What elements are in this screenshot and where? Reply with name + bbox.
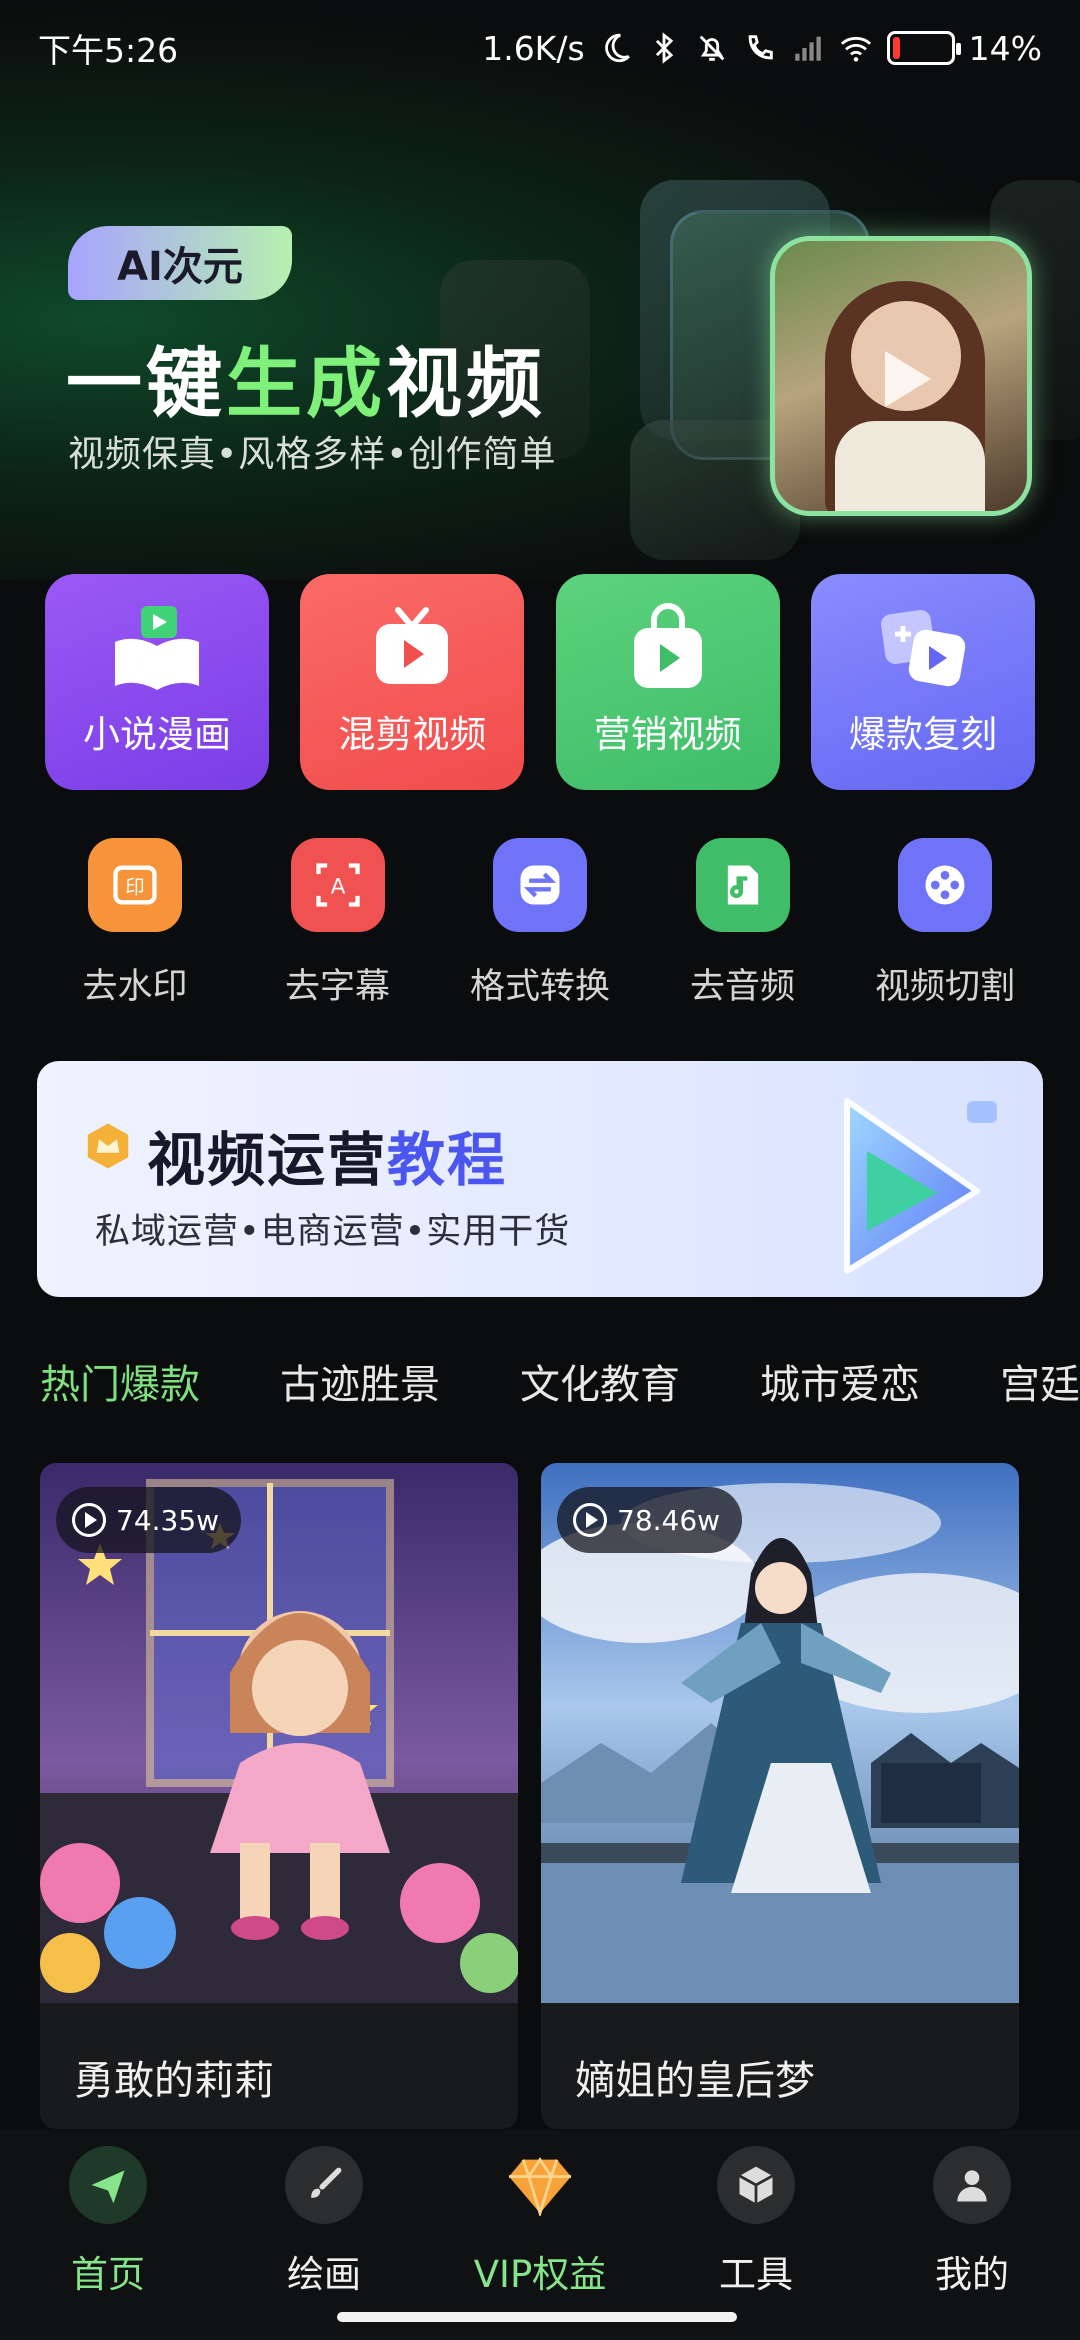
status-time: 下午5:26 (38, 31, 179, 70)
tool-format-convert[interactable]: 格式转换 (455, 838, 625, 1009)
status-bar: 下午5:26 1.6K/s 14% (0, 0, 1080, 96)
tab-palace[interactable]: 宫廷 (1000, 1352, 1080, 1422)
view-count-badge: 74.35w (56, 1487, 242, 1553)
play-circle-icon (573, 1503, 607, 1537)
svg-text:A: A (330, 875, 345, 900)
play-icon (885, 351, 931, 407)
tool-video-cut[interactable]: 视频切割 (860, 838, 1030, 1009)
card-title: 嫡姐的皇后梦 (575, 2058, 815, 2104)
subtitle-icon: A (315, 863, 360, 907)
nav-drawing[interactable]: 绘画 (234, 2146, 414, 2340)
crown-icon (87, 1123, 129, 1169)
bell-off-icon (699, 35, 724, 61)
view-count-badge: 78.46w (557, 1487, 743, 1553)
hero-subtitle: 视频保真•风格多样•创作简单 (68, 434, 557, 475)
tutorial-banner[interactable]: 视频运营教程 私域运营•电商运营•实用干货 (37, 1061, 1043, 1297)
svg-text:印: 印 (125, 876, 145, 899)
film-reel-icon (925, 865, 965, 905)
category-tabs: 热门爆款 古迹胜景 文化教育 城市爱恋 宫廷 (40, 1352, 1080, 1422)
video-card[interactable]: 78.46w 嫡姐的皇后梦 (541, 1463, 1019, 2129)
home-indicator[interactable] (337, 2312, 737, 2322)
video-card[interactable]: 74.35w 勇敢的莉莉 (40, 1463, 518, 2129)
tab-hot[interactable]: 热门爆款 (40, 1352, 200, 1422)
play-circle-icon (72, 1503, 106, 1537)
convert-icon (520, 865, 560, 905)
battery-icon (886, 31, 961, 65)
tool-remove-subtitle[interactable]: A 去字幕 (253, 838, 423, 1009)
banner-title: 视频运营教程 (147, 1126, 508, 1194)
tab-culture-education[interactable]: 文化教育 (520, 1352, 680, 1422)
call-off-icon (748, 35, 773, 60)
bag-play-icon (633, 603, 702, 688)
audio-file-icon (727, 865, 758, 905)
tab-city-romance[interactable]: 城市爱恋 (760, 1352, 920, 1422)
banner-subtitle: 私域运营•电商运营•实用干货 (95, 1212, 571, 1252)
copy-play-icon (881, 610, 966, 687)
hero-badge: AI次元 (68, 226, 292, 300)
nav-vip[interactable]: VIP权益 (450, 2146, 630, 2340)
hero-video-thumbnail[interactable] (770, 236, 1032, 516)
battery-percent: 14% (968, 28, 1042, 68)
paper-plane-icon (91, 2170, 125, 2204)
cube-icon (738, 2166, 774, 2204)
tab-landmarks[interactable]: 古迹胜景 (280, 1352, 440, 1422)
card-title: 勇敢的莉莉 (74, 2058, 274, 2104)
feature-mix-video-button[interactable]: 混剪视频 (300, 574, 525, 790)
net-speed: 1.6K/s (482, 28, 585, 68)
feature-marketing-video-button[interactable]: 营销视频 (555, 574, 780, 790)
user-icon (957, 2170, 987, 2202)
bluetooth-icon (655, 32, 673, 64)
wifi-icon (840, 36, 871, 62)
feature-novel-comic-button[interactable]: 小说漫画 (45, 574, 269, 790)
play-art-icon (844, 1098, 997, 1274)
tool-row: 印 去水印 A 去字幕 格式转换 去音频 视频切割 (50, 838, 1030, 1009)
tool-remove-audio[interactable]: 去音频 (658, 838, 828, 1009)
diamond-icon (509, 2157, 571, 2216)
watermark-icon: 印 (113, 865, 157, 905)
nav-tools[interactable]: 工具 (666, 2146, 846, 2340)
bottom-nav: 首页 绘画 VIP权益 工具 我的 (0, 2130, 1080, 2340)
nav-me[interactable]: 我的 (882, 2146, 1062, 2340)
book-play-icon (115, 606, 199, 690)
feature-hot-replicate-button[interactable]: 爆款复刻 (810, 574, 1035, 790)
moon-icon (604, 33, 630, 63)
tool-remove-watermark[interactable]: 印 去水印 (50, 838, 220, 1009)
brush-icon (311, 2167, 342, 2198)
tv-play-icon (376, 607, 449, 684)
nav-home[interactable]: 首页 (18, 2146, 198, 2340)
hero-title: 一键生成视频 (66, 339, 546, 428)
signal-icon (794, 36, 821, 61)
feature-grid: 小说漫画 混剪视频 营销视频 爆款复刻 (45, 574, 1035, 790)
